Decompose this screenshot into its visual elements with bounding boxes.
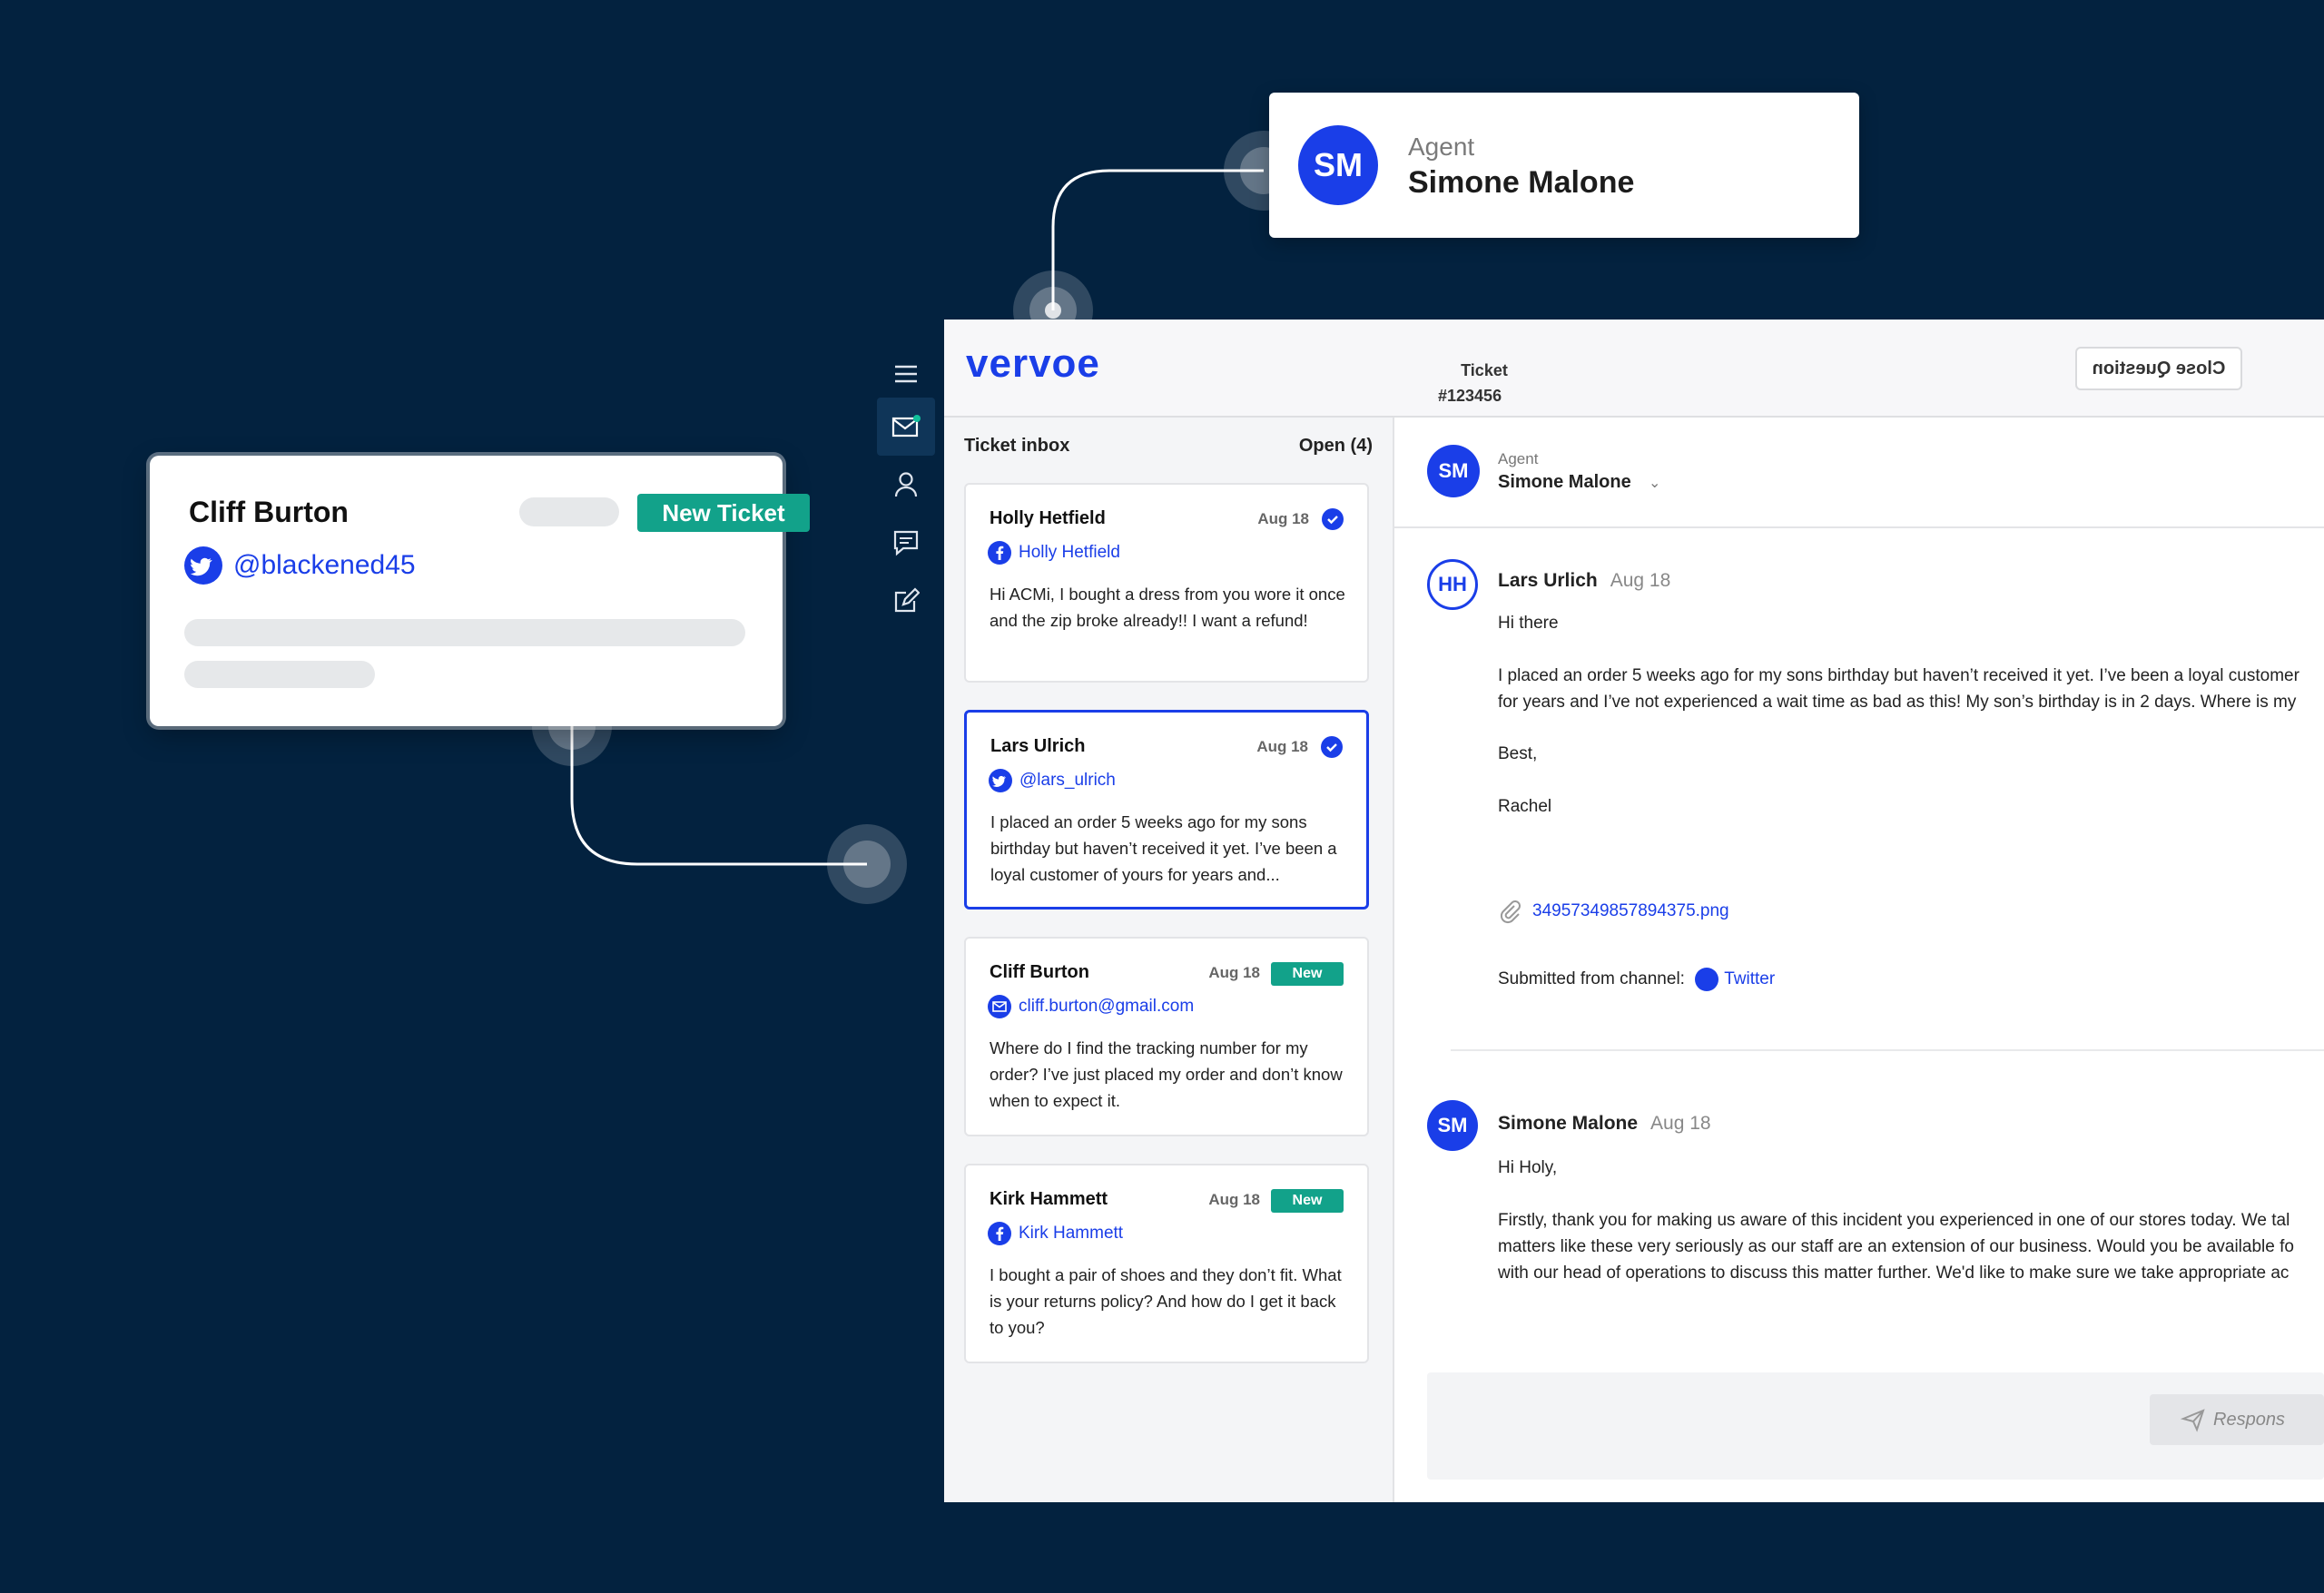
agent-name: Simone Malone bbox=[1408, 165, 1635, 200]
conversation-pane: SM Agent Simone Malone ⌄ HH Lars Urlich A… bbox=[1394, 418, 2324, 1502]
ticket-channel-name[interactable]: cliff.burton@gmail.com bbox=[1019, 997, 1194, 1017]
ticket-message-preview: I placed an order 5 weeks ago for my son… bbox=[990, 812, 1337, 884]
respond-label: Respons bbox=[2213, 1409, 2285, 1430]
agent-avatar: SM bbox=[1427, 1100, 1478, 1151]
customer-avatar: HH bbox=[1427, 559, 1478, 610]
ticket-date: Aug 18 bbox=[1257, 510, 1309, 527]
ticket-card[interactable]: Kirk Hammett Aug 18 New Kirk Hammett I b… bbox=[964, 1164, 1369, 1363]
assigned-agent-header: SM Agent Simone Malone ⌄ bbox=[1394, 418, 2324, 528]
new-ticket-tag: New Ticket bbox=[637, 494, 810, 532]
agent-name-dropdown[interactable]: Simone Malone bbox=[1498, 472, 1631, 493]
ticket-message-preview: Hi ACMi, I bought a dress from you wore … bbox=[990, 585, 1345, 630]
ticket-message-preview: I bought a pair of shoes and they don’t … bbox=[990, 1265, 1342, 1337]
attachment-filename[interactable]: 34957349857894375.png bbox=[1532, 901, 1729, 920]
ticket-message-preview: Where do I find the tracking number for … bbox=[990, 1038, 1343, 1110]
message-line: Hi Holy, bbox=[1498, 1158, 1558, 1177]
agent-role-label: Agent bbox=[1498, 450, 1539, 467]
placeholder-bar bbox=[184, 661, 375, 688]
sender-name: Lars Urlich bbox=[1498, 570, 1598, 591]
ticket-card[interactable]: Holly Hetfield Aug 18 Holly Hetfield Hi … bbox=[964, 483, 1369, 683]
ticket-date: Aug 18 bbox=[1208, 1191, 1260, 1208]
message-line: Best, bbox=[1498, 744, 1538, 763]
compose-icon[interactable] bbox=[877, 572, 935, 630]
ticket-customer-name: Cliff Burton bbox=[990, 962, 1089, 982]
check-icon bbox=[1321, 736, 1343, 758]
chat-icon[interactable] bbox=[877, 514, 935, 572]
paperclip-icon bbox=[1500, 900, 1521, 924]
customer-handle: @blackened45 bbox=[233, 550, 416, 580]
ticket-card-selected[interactable]: Lars Ulrich Aug 18 @lars_ulrich I placed… bbox=[964, 710, 1369, 910]
twitter-icon bbox=[989, 769, 1012, 792]
twitter-icon bbox=[184, 546, 222, 585]
ticket-channel-name[interactable]: Kirk Hammett bbox=[1019, 1224, 1123, 1244]
inbox-mail-icon[interactable] bbox=[877, 398, 935, 456]
close-question-button[interactable]: Close Question bbox=[2075, 347, 2242, 390]
agent-role-label: Agent bbox=[1408, 133, 1475, 161]
open-count[interactable]: Open (4) bbox=[1299, 436, 1373, 457]
channel-info: Submitted from channel: Twitter bbox=[1498, 968, 1775, 991]
channel-prefix: Submitted from channel: bbox=[1498, 969, 1685, 989]
message-line: Firstly, thank you for making us aware o… bbox=[1498, 1211, 2290, 1230]
channel-name[interactable]: Twitter bbox=[1724, 969, 1775, 988]
agent-avatar: SM bbox=[1298, 125, 1378, 205]
agent-avatar: SM bbox=[1427, 445, 1480, 497]
new-status-badge: New bbox=[1271, 962, 1344, 986]
twitter-icon bbox=[1695, 968, 1719, 991]
sender-name: Simone Malone bbox=[1498, 1113, 1639, 1134]
agent-card: SM Agent Simone Malone bbox=[1269, 93, 1859, 238]
top-bar: vervoe Ticket #123456 Close Question bbox=[944, 320, 2324, 418]
ticket-number: #123456 bbox=[1438, 387, 1502, 405]
message-line: I placed an order 5 weeks ago for my son… bbox=[1498, 666, 2299, 685]
placeholder-pill bbox=[519, 497, 619, 526]
facebook-icon bbox=[988, 1222, 1011, 1245]
customer-name: Cliff Burton bbox=[189, 496, 349, 528]
message-date: Aug 18 bbox=[1610, 570, 1671, 591]
ticket-card[interactable]: Cliff Burton Aug 18 New cliff.burton@gma… bbox=[964, 937, 1369, 1136]
ticket-customer-name: Holly Hetfield bbox=[990, 508, 1106, 528]
ticket-date: Aug 18 bbox=[1256, 738, 1308, 755]
new-status-badge: New bbox=[1271, 1189, 1344, 1213]
message-sender: Lars Urlich Aug 18 bbox=[1498, 570, 1670, 592]
message-sender: Simone Malone Aug 18 bbox=[1498, 1113, 1711, 1135]
check-icon bbox=[1322, 508, 1344, 530]
message-line: for years and I’ve not experienced a wai… bbox=[1498, 693, 2297, 712]
message-line: Rachel bbox=[1498, 797, 1552, 816]
placeholder-bar bbox=[184, 619, 745, 646]
chevron-down-icon[interactable]: ⌄ bbox=[1649, 474, 1660, 492]
inbox-title: Ticket inbox bbox=[964, 436, 1070, 456]
ticket-customer-name: Kirk Hammett bbox=[990, 1189, 1108, 1209]
message-date: Aug 18 bbox=[1650, 1113, 1711, 1134]
send-icon bbox=[2181, 1409, 2205, 1432]
mail-icon bbox=[988, 995, 1011, 1018]
ticket-label: Ticket bbox=[1461, 361, 1508, 379]
message-line: matters like these very seriously as our… bbox=[1498, 1237, 2294, 1256]
facebook-icon bbox=[988, 541, 1011, 565]
vervoe-logo[interactable]: vervoe bbox=[966, 341, 1100, 387]
attachment-link[interactable]: 34957349857894375.png bbox=[1498, 899, 1729, 924]
ticket-channel-name[interactable]: @lars_ulrich bbox=[1019, 771, 1116, 791]
ticket-channel-name[interactable]: Holly Hetfield bbox=[1019, 543, 1120, 563]
app-window: vervoe Ticket #123456 Close Question Tic… bbox=[944, 320, 2324, 1502]
message-divider bbox=[1451, 1049, 2324, 1051]
message-line: with our head of operations to discuss t… bbox=[1498, 1264, 2290, 1283]
ticket-date: Aug 18 bbox=[1208, 964, 1260, 981]
ticket-customer-name: Lars Ulrich bbox=[990, 736, 1086, 756]
message-line: Hi there bbox=[1498, 614, 1559, 633]
respond-button[interactable]: Respons bbox=[2150, 1394, 2324, 1445]
ticket-inbox: Ticket inbox Open (4) Holly Hetfield Aug… bbox=[944, 418, 1394, 1502]
user-icon[interactable] bbox=[877, 456, 935, 514]
menu-icon[interactable] bbox=[877, 345, 935, 403]
